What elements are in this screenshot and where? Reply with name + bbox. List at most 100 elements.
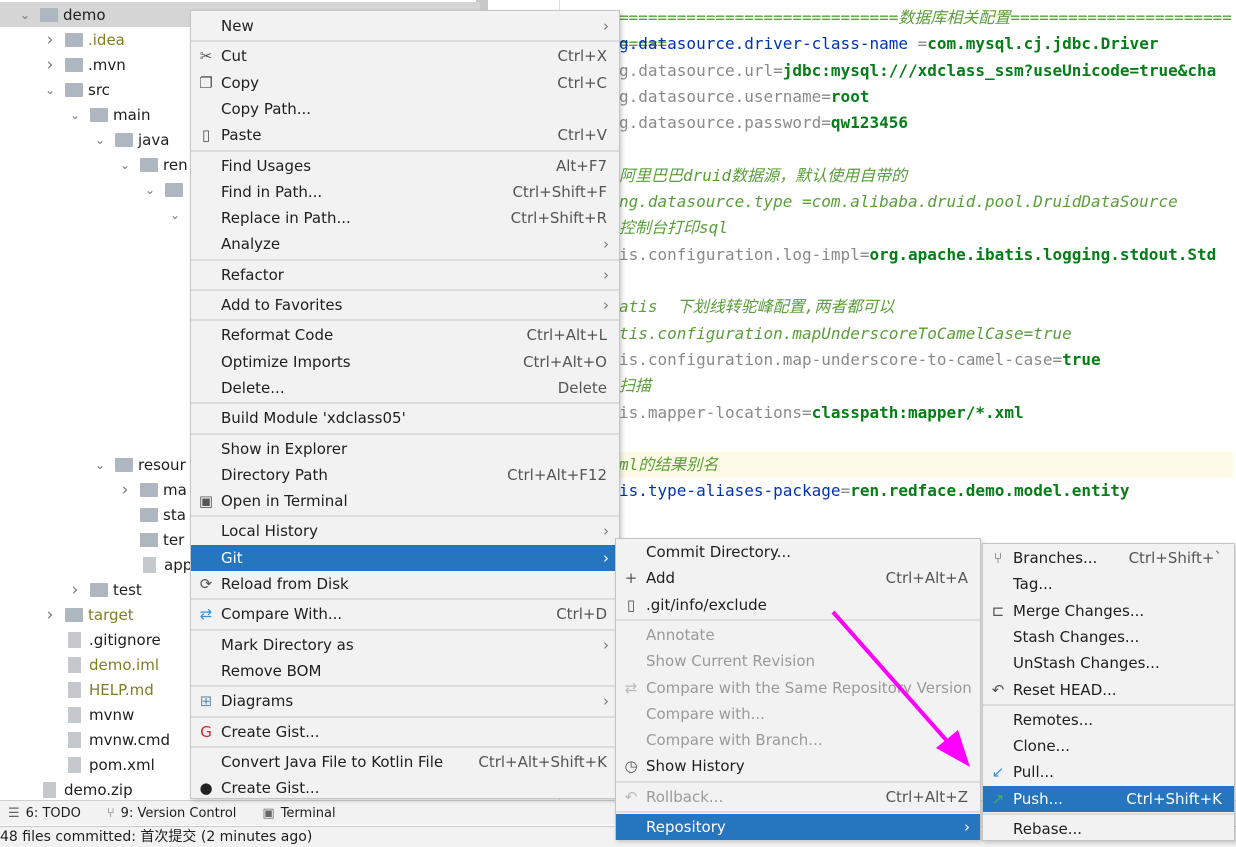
- menu-item-repository[interactable]: Repository ›: [616, 814, 980, 840]
- branches-icon: ⑂: [993, 549, 1003, 567]
- chevron-right-icon: ›: [46, 29, 54, 50]
- menu-item-push[interactable]: ↗ Push... Ctrl+Shift+K: [983, 785, 1234, 812]
- menu-item-git[interactable]: Git ›: [191, 544, 619, 571]
- menu-item-label: Show History: [646, 757, 745, 776]
- code-token: 控制台打印sql: [619, 218, 728, 238]
- menu-item-shortcut: Ctrl+C: [557, 73, 607, 92]
- menu-item-find-usages[interactable]: Find Usages Alt+F7: [191, 153, 619, 179]
- menu-item-git-info-exclude[interactable]: ▯ .git/info/exclude: [616, 592, 980, 618]
- menu-item-label: Compare With...: [221, 605, 343, 624]
- folder-icon: [165, 182, 183, 197]
- menu-item-clone[interactable]: Clone...: [983, 733, 1234, 759]
- menu-item-replace-in-path[interactable]: Replace in Path... Ctrl+Shift+R: [191, 205, 619, 231]
- menu-item-label: Convert Java File to Kotlin File: [221, 752, 444, 771]
- chevron-down-icon: ⌄: [19, 7, 31, 22]
- folder-icon: [140, 532, 158, 547]
- file-icon: [68, 631, 81, 648]
- menu-item-show-history[interactable]: ◷ Show History: [616, 753, 980, 779]
- menu-item-analyze[interactable]: Analyze ›: [191, 231, 619, 257]
- tree-item-label: .gitignore: [89, 630, 161, 649]
- menu-item-compare-with[interactable]: Compare with...: [616, 701, 980, 727]
- menu-item-branches[interactable]: ⑂ Branches... Ctrl+Shift+`: [983, 545, 1234, 571]
- menu-item-cut[interactable]: ✂ Cut Ctrl+X: [191, 43, 619, 69]
- code-token: org.apache.ibatis.logging.stdout.Std: [869, 244, 1217, 264]
- terminal-tab[interactable]: ▣ Terminal: [262, 806, 335, 821]
- gitignore-file-icon: ▯: [626, 595, 636, 614]
- code-token: qw123456: [830, 113, 908, 133]
- menu-item-shortcut: Ctrl+Shift+R: [510, 209, 607, 228]
- folder-icon: [90, 107, 108, 122]
- chevron-right-icon: ›: [603, 235, 609, 254]
- file-icon: [68, 656, 81, 673]
- menu-item-show-current-revision[interactable]: Show Current Revision: [616, 648, 980, 674]
- code-token: true: [1062, 349, 1101, 369]
- vcs-icon: ⑂: [106, 805, 115, 821]
- menu-item-optimize-imports[interactable]: Optimize Imports Ctrl+Alt+O: [191, 349, 619, 375]
- menu-item-commit-directory[interactable]: Commit Directory...: [616, 539, 980, 565]
- version-control-tab[interactable]: ⑂ 9: Version Control: [107, 806, 237, 821]
- menu-item-rollback[interactable]: ↶ Rollback... Ctrl+Alt+Z: [616, 784, 980, 810]
- menu-item-open-in-terminal[interactable]: ▣ Open in Terminal: [191, 488, 619, 514]
- menu-item-label: Find Usages: [221, 156, 312, 175]
- menu-item-delete[interactable]: Delete... Delete: [191, 375, 619, 401]
- menu-item-label: Rollback...: [646, 787, 724, 806]
- menu-item-unstash-changes[interactable]: UnStash Changes...: [983, 650, 1234, 676]
- menu-item-local-history[interactable]: Local History ›: [191, 518, 619, 544]
- menu-item-remove-bom[interactable]: Remove BOM: [191, 658, 619, 684]
- tree-item-label: demo.iml: [89, 655, 159, 674]
- menu-item-copy[interactable]: ❐ Copy Ctrl+C: [191, 70, 619, 96]
- menu-item-build-module-xdclass05[interactable]: Build Module 'xdclass05': [191, 405, 619, 431]
- menu-item-compare-with-branch[interactable]: Compare with Branch...: [616, 727, 980, 753]
- chevron-right-icon: ›: [46, 604, 54, 625]
- menu-item-add[interactable]: + Add Ctrl+Alt+A: [616, 565, 980, 591]
- menu-item-create-gist[interactable]: G Create Gist...: [191, 719, 619, 745]
- tree-item-label: test: [113, 580, 142, 599]
- chevron-right-icon: ›: [121, 479, 129, 500]
- menu-item-remotes[interactable]: Remotes...: [983, 707, 1234, 733]
- terminal-icon: ▣: [198, 492, 214, 511]
- todo-tab[interactable]: ☰ 6: TODO: [8, 806, 81, 821]
- menu-item-copy-path[interactable]: Copy Path...: [191, 96, 619, 122]
- menu-item-find-in-path[interactable]: Find in Path... Ctrl+Shift+F: [191, 179, 619, 205]
- menu-item-directory-path[interactable]: Directory Path Ctrl+Alt+F12: [191, 462, 619, 488]
- tree-item-label: java: [138, 130, 170, 149]
- menu-item-merge-changes[interactable]: ⊏ Merge Changes...: [983, 598, 1234, 624]
- chevron-down-icon: ⌄: [69, 107, 81, 122]
- chevron-right-icon: ›: [603, 635, 609, 654]
- code-token: is.configuration.log-impl=: [619, 244, 870, 264]
- menu-item-refactor[interactable]: Refactor ›: [191, 262, 619, 288]
- menu-item-label: Remove BOM: [221, 661, 322, 680]
- menu-separator: [191, 515, 619, 518]
- terminal-icon: ▣: [262, 805, 275, 821]
- menu-item-convert-java-file-to-kotlin-file[interactable]: Convert Java File to Kotlin File Ctrl+Alt…: [191, 749, 619, 775]
- menu-item-shortcut: Ctrl+Alt+L: [526, 326, 608, 345]
- tree-item-label: ma: [163, 480, 187, 499]
- menu-item-diagrams[interactable]: ⊞ Diagrams ›: [191, 688, 619, 714]
- tree-item-label: src: [88, 80, 110, 99]
- menu-item-label: Git: [221, 548, 243, 567]
- menu-item-new[interactable]: New ›: [191, 13, 619, 39]
- menu-item-compare-with[interactable]: ⇄ Compare With... Ctrl+D: [191, 601, 619, 627]
- gitee-gist-icon: G: [200, 722, 212, 741]
- menu-item-add-to-favorites[interactable]: Add to Favorites ›: [191, 292, 619, 318]
- terminal-label: Terminal: [280, 805, 336, 821]
- file-icon: [43, 781, 56, 798]
- pull-icon: ↙: [991, 763, 1005, 782]
- github-icon: ●: [199, 779, 213, 798]
- menu-item-reformat-code[interactable]: Reformat Code Ctrl+Alt+L: [191, 322, 619, 348]
- menu-item-show-in-explorer[interactable]: Show in Explorer: [191, 436, 619, 462]
- menu-item-annotate[interactable]: Annotate: [616, 622, 980, 648]
- list-icon: ☰: [8, 805, 20, 821]
- menu-item-create-gist[interactable]: ● Create Gist...: [191, 775, 619, 801]
- menu-item-label: Compare with Branch...: [646, 731, 823, 750]
- menu-item-tag[interactable]: Tag...: [983, 571, 1234, 597]
- menu-item-reload-from-disk[interactable]: ⟳ Reload from Disk: [191, 571, 619, 597]
- menu-item-shortcut: Ctrl+X: [557, 47, 607, 66]
- menu-item-compare-with-the-same-repository-version[interactable]: ⇄ Compare with the Same Repository Versio…: [616, 675, 980, 701]
- menu-item-reset-head[interactable]: ↶ Reset HEAD...: [983, 677, 1234, 703]
- menu-item-paste[interactable]: ▯ Paste Ctrl+V: [191, 122, 619, 148]
- menu-item-rebase[interactable]: Rebase...: [983, 816, 1234, 842]
- menu-item-stash-changes[interactable]: Stash Changes...: [983, 624, 1234, 650]
- menu-item-mark-directory-as[interactable]: Mark Directory as ›: [191, 632, 619, 658]
- menu-item-pull[interactable]: ↙ Pull...: [983, 759, 1234, 785]
